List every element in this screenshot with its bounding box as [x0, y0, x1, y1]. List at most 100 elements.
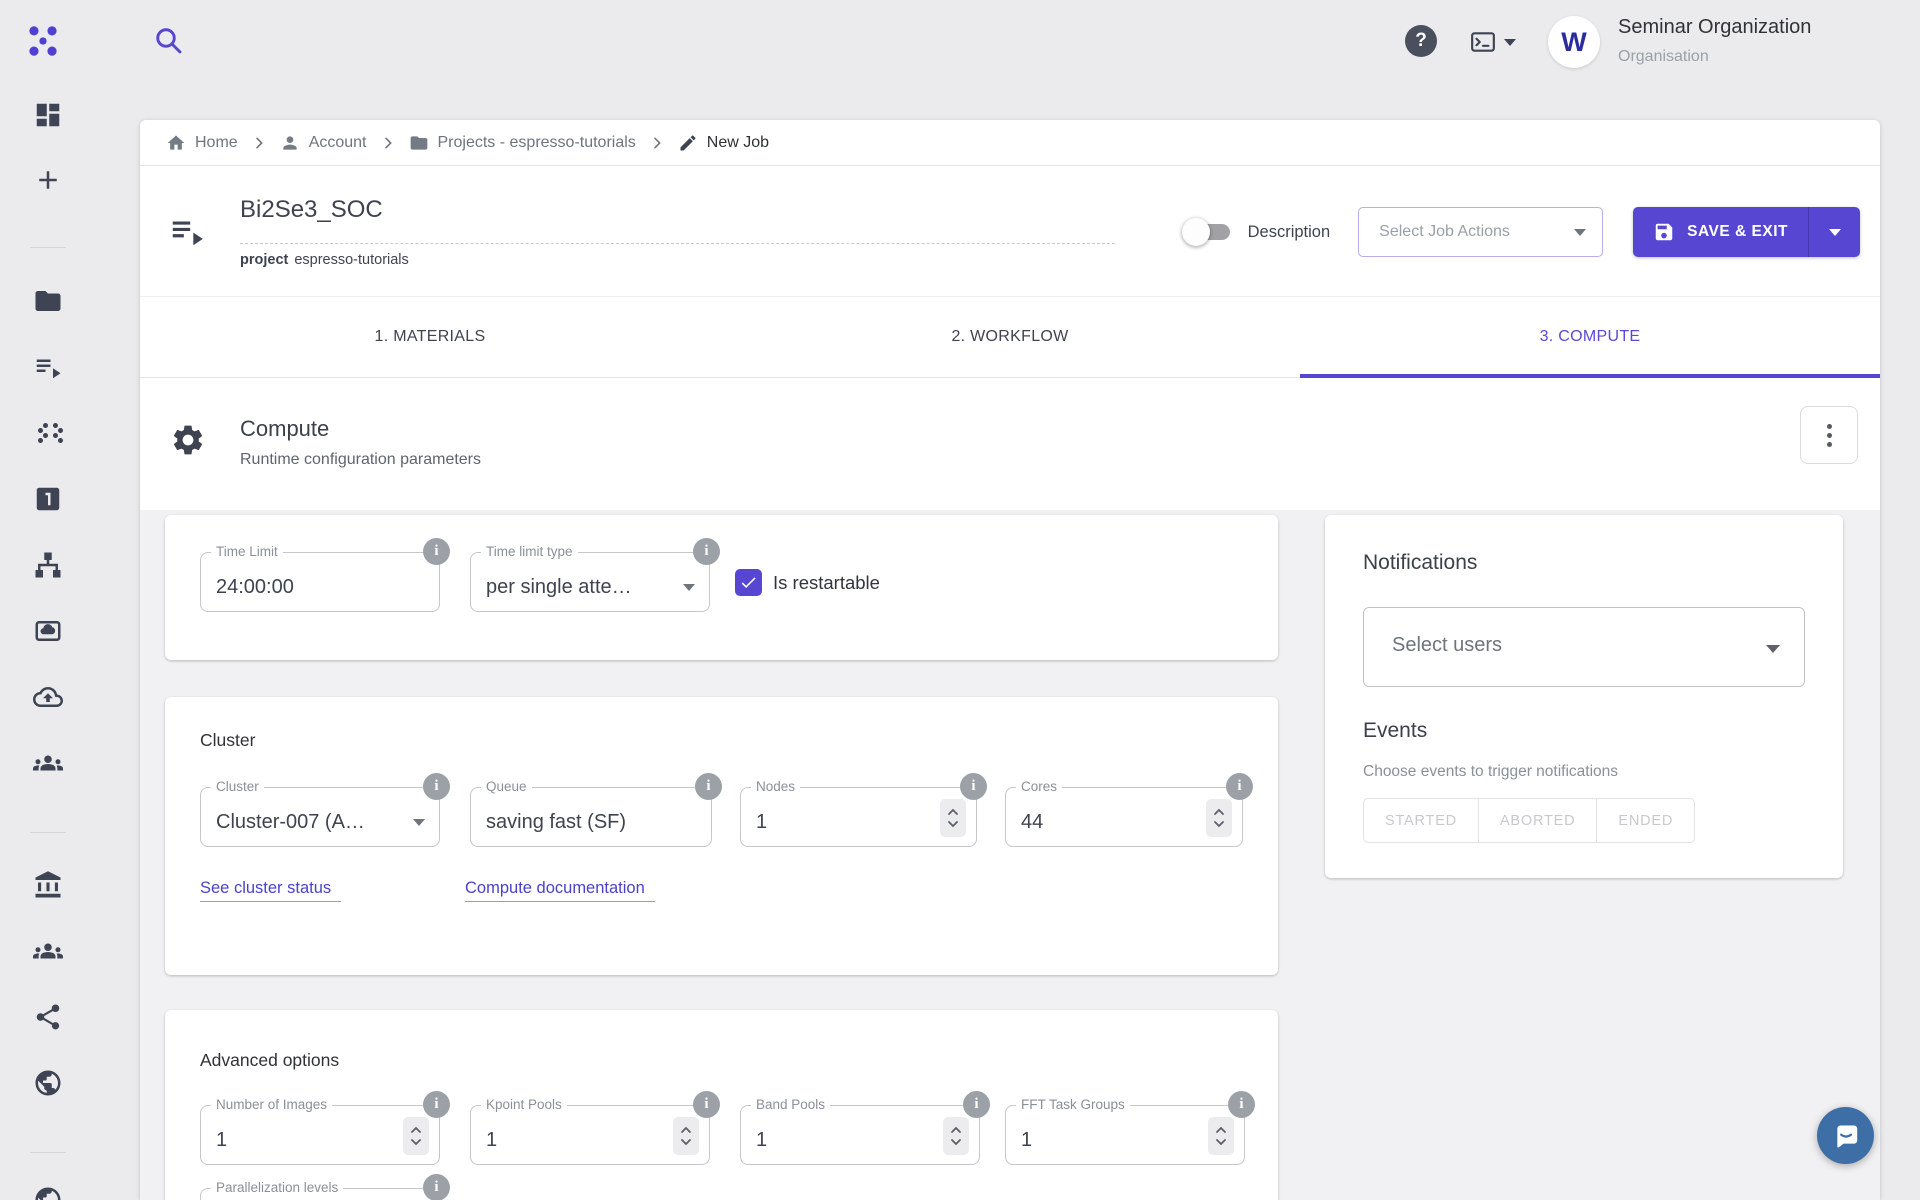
notifications-card: Notifications Select users Events Choose…	[1325, 515, 1843, 878]
cluster-card-title: Cluster	[200, 730, 255, 751]
queue-field[interactable]: Queue saving fast (SF)	[470, 787, 712, 847]
chevron-down-icon	[1215, 1138, 1227, 1146]
sidebar-item-projects-folder-icon[interactable]	[33, 286, 63, 316]
chevron-down-icon	[947, 820, 959, 828]
info-icon[interactable]	[423, 773, 450, 800]
job-playlist-icon	[168, 212, 206, 250]
number-of-images-stepper[interactable]: Number of Images 1	[200, 1105, 440, 1165]
time-limit-label: Time Limit	[211, 544, 283, 559]
sidebar-item-organization-icon[interactable]	[33, 870, 63, 900]
chevron-up-icon	[1213, 808, 1225, 816]
sidebar-item-counter-one-icon[interactable]	[33, 484, 63, 514]
job-project: projectespresso-tutorials	[240, 252, 409, 268]
chevron-down-icon	[950, 1138, 962, 1146]
events-subtitle: Choose events to trigger notifications	[1363, 763, 1618, 781]
cluster-card: Cluster Cluster Cluster-007 (A… Queue sa…	[165, 697, 1278, 975]
info-icon[interactable]	[423, 1091, 450, 1118]
sidebar-item-team-icon[interactable]	[33, 748, 63, 778]
app-logo-icon[interactable]	[24, 22, 62, 60]
breadcrumb-new-job: New Job	[678, 133, 769, 153]
sidebar-item-images-icon[interactable]	[33, 616, 63, 646]
event-aborted-button[interactable]: ABORTED	[1478, 798, 1597, 843]
fft-task-groups-stepper[interactable]: FFT Task Groups 1	[1005, 1105, 1245, 1165]
cores-stepper[interactable]: Cores 44	[1005, 787, 1243, 847]
events-title: Events	[1363, 719, 1427, 743]
cluster-value: Cluster-007 (A…	[216, 811, 365, 834]
kebab-menu-button[interactable]	[1800, 406, 1858, 464]
sidebar-item-users-icon[interactable]	[33, 936, 63, 966]
info-icon[interactable]	[695, 773, 722, 800]
help-icon[interactable]	[1405, 25, 1437, 57]
search-icon[interactable]	[152, 24, 184, 56]
sidebar-item-add-icon[interactable]	[33, 165, 63, 195]
sidebar-item-workflows-icon[interactable]	[33, 550, 63, 580]
info-icon[interactable]	[693, 1091, 720, 1118]
stepper-buttons[interactable]	[1206, 799, 1232, 837]
cluster-status-link[interactable]: See cluster status	[200, 879, 341, 902]
sidebar-divider	[30, 247, 66, 248]
breadcrumb-account-label: Account	[309, 134, 367, 152]
event-started-button[interactable]: STARTED	[1363, 798, 1479, 843]
sidebar-item-cloud-upload-icon[interactable]	[33, 682, 63, 712]
nodes-stepper[interactable]: Nodes 1	[740, 787, 977, 847]
sidebar-item-dashboard-icon[interactable]	[33, 100, 63, 130]
info-icon[interactable]	[423, 1174, 450, 1200]
queue-label: Queue	[481, 779, 532, 794]
job-actions-select[interactable]: Select Job Actions	[1358, 207, 1603, 257]
save-menu-button[interactable]	[1808, 207, 1860, 257]
time-limit-type-select[interactable]: Time limit type per single atte…	[470, 552, 710, 612]
tab-compute[interactable]: 3. COMPUTE	[1300, 297, 1880, 377]
compute-documentation-link[interactable]: Compute documentation	[465, 879, 655, 902]
job-title[interactable]: Bi2Se3_SOC	[240, 196, 383, 224]
number-of-images-value: 1	[216, 1129, 227, 1152]
fft-task-groups-value: 1	[1021, 1129, 1032, 1152]
console-icon[interactable]	[1468, 28, 1520, 56]
breadcrumb-account[interactable]: Account	[280, 133, 367, 153]
cluster-select[interactable]: Cluster Cluster-007 (A…	[200, 787, 440, 847]
chevron-up-icon	[950, 1126, 962, 1134]
sidebar-item-jobs-icon[interactable]	[33, 352, 63, 382]
kpoint-pools-stepper[interactable]: Kpoint Pools 1	[470, 1105, 710, 1165]
gear-icon	[170, 422, 206, 458]
description-toggle[interactable]	[1186, 218, 1232, 246]
stepper-buttons[interactable]	[940, 799, 966, 837]
save-exit-button[interactable]: SAVE & EXIT	[1633, 207, 1808, 257]
sidebar-item-share-icon[interactable]	[33, 1002, 63, 1032]
info-icon[interactable]	[423, 538, 450, 565]
info-icon[interactable]	[963, 1091, 990, 1118]
sidebar-item-web-icon[interactable]	[33, 1068, 63, 1098]
select-users-dropdown[interactable]: Select users	[1363, 607, 1805, 687]
info-icon[interactable]	[1228, 1091, 1255, 1118]
is-restartable-checkbox[interactable]	[735, 569, 762, 596]
info-icon[interactable]	[1226, 773, 1253, 800]
toggle-knob	[1182, 218, 1210, 246]
parallelization-levels-field[interactable]: Parallelization levels	[200, 1188, 440, 1200]
stepper-buttons[interactable]	[673, 1117, 699, 1155]
band-pools-stepper[interactable]: Band Pools 1	[740, 1105, 980, 1165]
info-icon[interactable]	[960, 773, 987, 800]
info-icon[interactable]	[693, 538, 720, 565]
chevron-right-icon	[649, 135, 665, 151]
sidebar-divider	[30, 1152, 66, 1153]
chevron-down-icon	[680, 1138, 692, 1146]
chevron-right-icon	[380, 135, 396, 151]
tab-materials[interactable]: 1. MATERIALS	[140, 297, 720, 377]
stepper-buttons[interactable]	[943, 1117, 969, 1155]
job-title-underline	[240, 243, 1115, 244]
sidebar-item-materials-icon[interactable]	[33, 418, 63, 448]
breadcrumb-home[interactable]: Home	[166, 133, 238, 153]
chevron-up-icon	[410, 1126, 422, 1134]
tab-workflow[interactable]: 2. WORKFLOW	[720, 297, 1300, 377]
notifications-title: Notifications	[1363, 551, 1477, 575]
org-name[interactable]: Seminar Organization	[1618, 16, 1811, 39]
time-limit-field[interactable]: Time Limit 24:00:00	[200, 552, 440, 612]
stepper-buttons[interactable]	[1208, 1117, 1234, 1155]
event-ended-button[interactable]: ENDED	[1596, 798, 1695, 843]
avatar[interactable]: W	[1548, 16, 1600, 68]
stepper-buttons[interactable]	[403, 1117, 429, 1155]
breadcrumb-projects[interactable]: Projects - espresso-tutorials	[409, 133, 636, 153]
number-of-images-label: Number of Images	[211, 1097, 332, 1112]
chevron-down-icon	[683, 584, 695, 591]
sidebar-item-web-partial-icon[interactable]	[33, 1185, 63, 1200]
chat-launcher-button[interactable]	[1817, 1107, 1874, 1164]
